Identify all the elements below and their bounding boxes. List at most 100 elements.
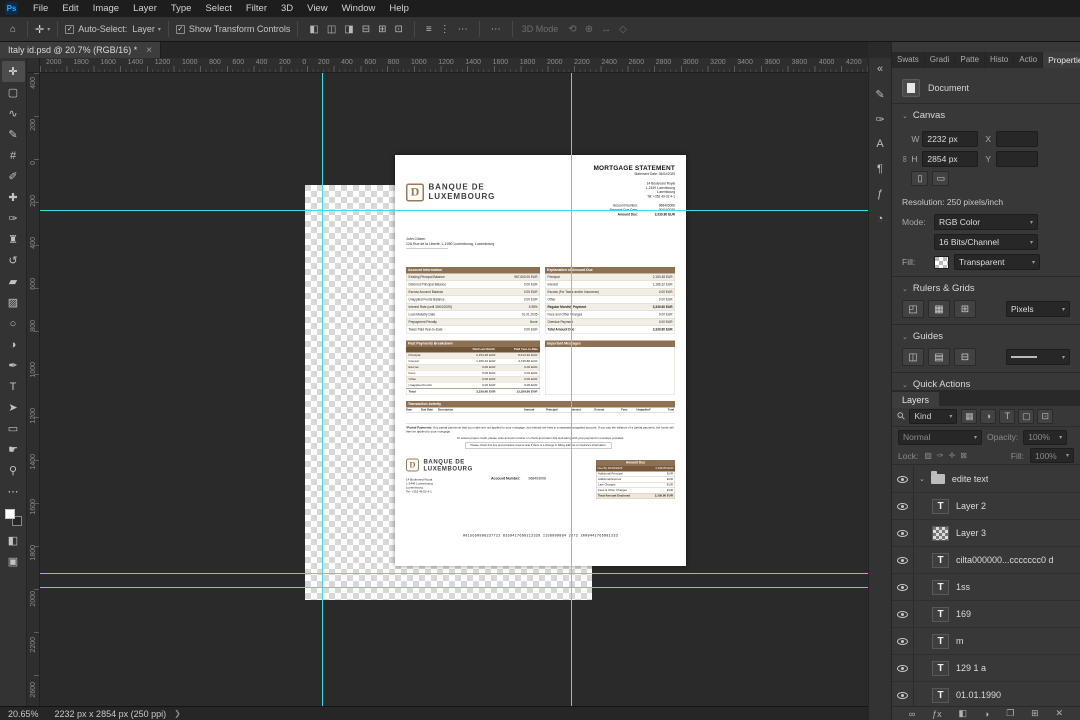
new-layer-icon[interactable]: ⊞ — [1031, 708, 1039, 719]
horizontal-guide[interactable] — [40, 210, 868, 211]
layer-visibility-toggle[interactable] — [892, 628, 914, 654]
layer-filter-icon[interactable]: ▢ — [1018, 408, 1035, 424]
quick-mask-icon[interactable]: ◧ — [2, 530, 25, 551]
bit-depth-select[interactable]: 16 Bits/Channel — [934, 234, 1038, 250]
adjustments-panel-icon[interactable]: ✎ — [871, 85, 890, 103]
lock-icon[interactable]: ✑ — [937, 451, 944, 460]
horizontal-guide[interactable] — [40, 587, 868, 588]
styles-panel-icon[interactable]: ƒ — [871, 185, 890, 203]
edit-toolbar-icon[interactable]: ⋯ — [2, 481, 25, 502]
group-expander-icon[interactable] — [919, 475, 925, 483]
brush-settings-panel-icon[interactable]: ✑ — [871, 110, 890, 128]
3d-mode-icon[interactable]: ⊕ — [581, 24, 597, 35]
3d-mode-icon[interactable]: ↔ — [597, 24, 615, 35]
fill-swatch[interactable] — [934, 255, 949, 269]
layer-visibility-toggle[interactable] — [892, 520, 914, 546]
mortgage-statement-page[interactable]: MORTGAGE STATEMENT Statement Date: 05/04… — [395, 155, 686, 566]
layer-row[interactable]: T 169 — [892, 601, 1080, 628]
menu-item[interactable]: Help — [382, 0, 416, 17]
path-selection-tool[interactable]: ➤ — [2, 397, 25, 418]
layer-visibility-toggle[interactable] — [892, 655, 914, 681]
menu-item[interactable]: Select — [198, 0, 238, 17]
layer-row[interactable]: T 1ss — [892, 574, 1080, 601]
shape-tool[interactable]: ▭ — [2, 418, 25, 439]
move-tool[interactable]: ✛ — [1, 61, 25, 82]
layer-row[interactable]: T 129 1 a — [892, 655, 1080, 682]
hand-tool[interactable]: ☛ — [2, 439, 25, 460]
align-icon[interactable]: ◫ — [323, 24, 340, 35]
align-icon[interactable]: ◧ — [305, 24, 322, 35]
crop-tool[interactable]: # — [2, 145, 25, 166]
guide-toggle-icon[interactable]: ▤ — [928, 348, 950, 366]
distribute-icon[interactable]: ⋮ — [436, 24, 454, 35]
healing-brush-tool[interactable]: ✚ — [2, 187, 25, 208]
home-icon[interactable]: ⌂ — [6, 24, 20, 35]
guides-section-header[interactable]: Guides — [902, 331, 1070, 342]
ruler-toggle-icon[interactable]: ◰ — [902, 300, 924, 318]
auto-select-target-dropdown[interactable]: Layer — [132, 24, 161, 34]
quick-actions-section-header[interactable]: Quick Actions — [902, 379, 1070, 390]
auto-select-checkbox[interactable]: Auto-Select: — [65, 24, 127, 34]
more-options-icon[interactable]: ⋯ — [487, 24, 505, 35]
layer-visibility-toggle[interactable] — [892, 601, 914, 627]
layer-visibility-toggle[interactable] — [892, 493, 914, 519]
layer-filter-kind-select[interactable]: Kind — [909, 408, 958, 424]
y-position-input[interactable] — [996, 151, 1039, 167]
layer-visibility-toggle[interactable] — [892, 466, 914, 492]
landscape-orientation-button[interactable]: ▭ — [932, 171, 950, 186]
layer-visibility-toggle[interactable] — [892, 574, 914, 600]
tab-actions[interactable]: Actio — [1014, 52, 1044, 68]
units-select[interactable]: Pixels — [1006, 301, 1070, 317]
status-options-icon[interactable] — [174, 709, 181, 718]
tab-swatches[interactable]: Swats — [892, 52, 925, 68]
layer-filter-icon[interactable]: T — [999, 408, 1016, 424]
close-tab-icon[interactable] — [146, 45, 152, 56]
menu-item[interactable]: Window — [335, 0, 383, 17]
menu-item[interactable]: 3D — [274, 0, 300, 17]
vertical-ruler[interactable]: 400 200 0 200 400 600 800 1000 1200 1400 1600 1800 2… — [27, 73, 40, 706]
fill-select[interactable]: Transparent — [954, 254, 1040, 270]
eyedropper-tool[interactable]: ✐ — [2, 166, 25, 187]
layer-row[interactable]: T edite text — [892, 466, 1080, 493]
layer-visibility-toggle[interactable] — [892, 682, 914, 706]
rulers-grids-section-header[interactable]: Rulers & Grids — [902, 283, 1070, 294]
dodge-tool[interactable]: ◑ — [2, 334, 25, 355]
layer-row[interactable]: T cilta000000...ccccccc0 d — [892, 547, 1080, 574]
link-layers-icon[interactable]: ∞ — [909, 709, 915, 719]
vertical-guide[interactable] — [322, 73, 323, 706]
blur-tool[interactable]: ○ — [2, 313, 25, 334]
align-icon[interactable]: ⊟ — [358, 24, 374, 35]
width-input[interactable]: 2232 px — [922, 131, 979, 147]
history-brush-tool[interactable]: ↺ — [2, 250, 25, 271]
delete-layer-icon[interactable]: ✕ — [1056, 708, 1064, 719]
eraser-tool[interactable]: ▰ — [2, 271, 25, 292]
lock-icon[interactable]: ▨ — [924, 451, 932, 460]
guide-toggle-icon[interactable]: ◫ — [902, 348, 924, 366]
color-mode-select[interactable]: RGB Color — [934, 214, 1038, 230]
canvas-section-header[interactable]: Canvas — [902, 110, 1070, 121]
blend-mode-select[interactable]: Normal — [898, 429, 982, 445]
menu-item[interactable]: View — [300, 0, 334, 17]
new-group-icon[interactable]: ❐ — [1006, 708, 1014, 719]
expand-panels-icon[interactable]: « — [871, 60, 890, 78]
lock-icon[interactable]: ✛ — [949, 451, 956, 460]
vertical-guide[interactable] — [571, 73, 572, 706]
horizontal-ruler[interactable]: 2000 1800 1600 1400 1200 1000 800 600 400 200 0 200… — [40, 58, 868, 73]
align-icon[interactable]: ◨ — [340, 24, 357, 35]
height-input[interactable]: 2854 px — [922, 151, 979, 167]
3d-mode-icon[interactable]: ⟲ — [564, 24, 580, 35]
layer-row[interactable]: T 01.01.1990 — [892, 682, 1080, 706]
layer-filter-icon[interactable]: ▦ — [961, 408, 978, 424]
distribute-icon[interactable]: ⋯ — [454, 24, 472, 35]
link-dimensions-icon[interactable] — [900, 155, 910, 161]
ruler-toggle-icon[interactable]: ⊞ — [954, 300, 976, 318]
layer-effects-icon[interactable]: ƒx — [932, 709, 942, 719]
tab-patterns[interactable]: Patte — [955, 52, 986, 68]
pen-tool[interactable]: ✒ — [2, 355, 25, 376]
character-panel-icon[interactable]: A — [871, 135, 890, 153]
clone-source-panel-icon[interactable]: ◔ — [871, 210, 890, 228]
menu-item[interactable]: File — [26, 0, 55, 17]
layer-row[interactable]: T Layer 2 — [892, 493, 1080, 520]
brush-tool[interactable]: ✑ — [2, 208, 25, 229]
distribute-icon[interactable]: ≡ — [422, 24, 436, 35]
